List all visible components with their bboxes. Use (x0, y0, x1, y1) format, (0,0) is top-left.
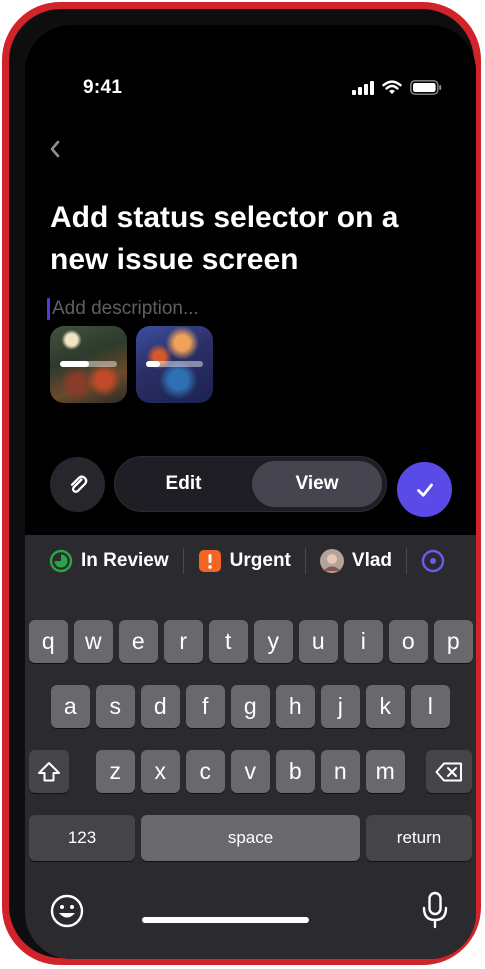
key-y[interactable]: y (254, 620, 293, 663)
key-z[interactable]: z (96, 750, 135, 793)
key-i[interactable]: i (344, 620, 383, 663)
key-t[interactable]: t (209, 620, 248, 663)
chevron-left-icon (50, 140, 60, 158)
text-caret (47, 298, 50, 320)
numbers-key[interactable]: 123 (29, 815, 135, 861)
description-field[interactable]: Add description... (47, 297, 199, 321)
edit-view-toggle: Edit View (114, 456, 387, 512)
key-k[interactable]: k (366, 685, 405, 728)
phone-frame: 9:41 Add status selector on a new issue … (2, 2, 481, 965)
emoji-button[interactable] (49, 893, 85, 934)
status-icons (352, 80, 442, 95)
key-h[interactable]: h (276, 685, 315, 728)
upload-progress-fill (60, 361, 89, 367)
key-g[interactable]: g (231, 685, 270, 728)
upload-progress-bar (146, 361, 203, 367)
chip-status[interactable]: In Review (25, 549, 183, 573)
wifi-icon (382, 80, 402, 94)
backspace-icon (435, 762, 462, 781)
avatar (319, 549, 344, 573)
key-r[interactable]: r (164, 620, 203, 663)
key-c[interactable]: c (186, 750, 225, 793)
shift-icon (38, 761, 60, 781)
key-v[interactable]: v (231, 750, 270, 793)
emoji-icon (50, 894, 84, 928)
key-p[interactable]: p (434, 620, 473, 663)
key-e[interactable]: e (119, 620, 158, 663)
cellular-signal-icon (352, 80, 374, 95)
key-x[interactable]: x (141, 750, 180, 793)
chip-label: Vlad (351, 550, 393, 571)
chip-label: In Review (81, 550, 169, 571)
return-key[interactable]: return (366, 815, 472, 861)
view-tab[interactable]: View (252, 461, 382, 507)
circle-icon (421, 549, 445, 573)
back-button[interactable] (43, 137, 67, 161)
checkmark-icon (416, 483, 433, 497)
key-d[interactable]: d (141, 685, 180, 728)
key-n[interactable]: n (321, 750, 360, 793)
key-q[interactable]: q (29, 620, 68, 663)
property-chips-bar: In Review Urgent Vlad (25, 535, 476, 587)
key-m[interactable]: m (366, 750, 405, 793)
chip-assignee[interactable]: Vlad (306, 549, 406, 573)
home-indicator[interactable] (142, 917, 309, 923)
delete-key[interactable] (426, 750, 472, 793)
chip-more[interactable] (407, 549, 459, 573)
description-placeholder: Add description... (52, 298, 199, 319)
upload-progress-fill (146, 361, 161, 367)
key-w[interactable]: w (74, 620, 113, 663)
battery-icon (410, 80, 442, 95)
attach-button[interactable] (50, 457, 105, 512)
screen: 9:41 Add status selector on a new issue … (25, 25, 476, 959)
key-a[interactable]: a (51, 685, 90, 728)
dictation-button[interactable] (421, 891, 449, 934)
chip-label: Urgent (229, 550, 291, 571)
key-l[interactable]: l (411, 685, 450, 728)
space-key[interactable]: space (141, 815, 360, 861)
key-u[interactable]: u (299, 620, 338, 663)
keyboard: In Review Urgent Vlad q w e r t y u i o … (25, 535, 476, 959)
in-review-status-icon (49, 549, 73, 573)
key-f[interactable]: f (186, 685, 225, 728)
key-j[interactable]: j (321, 685, 360, 728)
upload-progress-bar (60, 361, 117, 367)
key-o[interactable]: o (389, 620, 428, 663)
status-time: 9:41 (83, 77, 123, 98)
attachment-thumbnail-1[interactable] (50, 326, 127, 403)
attachment-thumbnail-2[interactable] (136, 326, 213, 403)
key-b[interactable]: b (276, 750, 315, 793)
key-s[interactable]: s (96, 685, 135, 728)
shift-key[interactable] (29, 750, 69, 793)
chip-priority[interactable]: Urgent (184, 549, 305, 573)
confirm-button[interactable] (397, 462, 452, 517)
edit-tab[interactable]: Edit (121, 461, 246, 507)
microphone-icon (422, 891, 448, 929)
issue-title[interactable]: Add status selector on a new issue scree… (50, 197, 450, 281)
phone-bezel: 9:41 Add status selector on a new issue … (9, 9, 476, 959)
paperclip-icon (70, 474, 87, 493)
urgent-priority-icon (198, 550, 221, 572)
